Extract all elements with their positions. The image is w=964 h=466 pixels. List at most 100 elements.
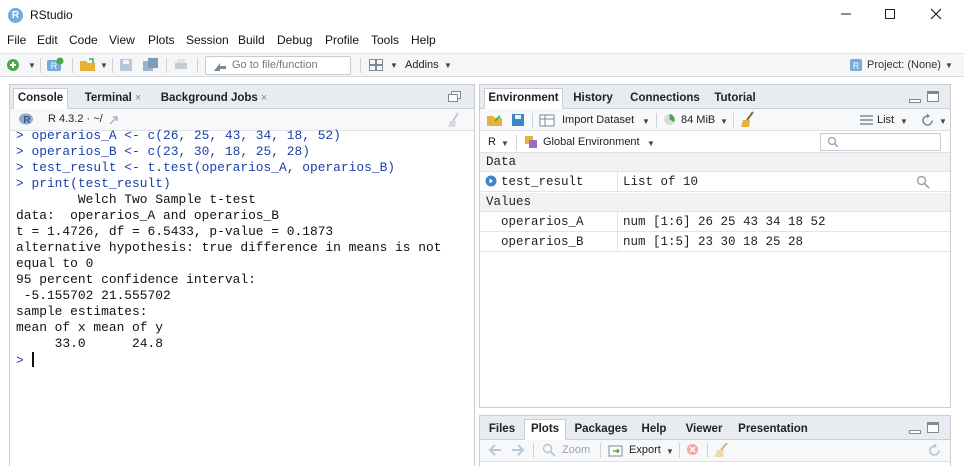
env-row-operarios-a[interactable]: operarios_A num [1:6] 26 25 43 34 18 52 [480, 212, 950, 232]
expand-icon[interactable] [485, 175, 497, 187]
refresh-dropdown-icon[interactable]: ▼ [939, 117, 947, 126]
maximize-button[interactable] [880, 5, 900, 25]
new-file-icon[interactable] [5, 57, 21, 73]
clear-workspace-icon[interactable] [740, 111, 756, 128]
go-to-file-input[interactable]: Go to file/function [205, 56, 351, 75]
maximize-pane-icon[interactable] [927, 422, 939, 433]
env-variable-value: num [1:5] 23 30 18 25 28 [623, 235, 804, 249]
minimize-pane-icon[interactable] [909, 93, 921, 104]
close-background-jobs-icon[interactable]: × [261, 92, 267, 104]
addins-dropdown-icon[interactable]: ▼ [444, 61, 452, 70]
import-dataset-dropdown-icon[interactable]: ▼ [642, 117, 650, 126]
tab-connections[interactable]: Connections [626, 88, 704, 109]
tab-presentation-label: Presentation [738, 423, 808, 435]
environment-search-input[interactable] [820, 133, 941, 151]
tab-files[interactable]: Files [484, 419, 520, 440]
console-prompt: > [16, 353, 24, 368]
env-row-test-result[interactable]: test_result List of 10 [480, 172, 950, 192]
tab-terminal[interactable]: Terminal × [72, 88, 154, 109]
import-dataset-button[interactable]: Import Dataset [562, 114, 634, 126]
remove-plot-icon[interactable] [686, 443, 699, 456]
save-all-icon[interactable] [142, 57, 158, 73]
save-workspace-icon[interactable] [510, 112, 526, 128]
tab-tutorial[interactable]: Tutorial [708, 88, 762, 109]
memory-usage-dropdown-icon[interactable]: ▼ [720, 117, 728, 126]
refresh-icon[interactable] [920, 113, 935, 128]
menu-edit[interactable]: Edit [37, 33, 58, 47]
open-file-dropdown-icon[interactable]: ▼ [100, 61, 108, 70]
load-workspace-icon[interactable] [486, 112, 504, 128]
console-output-line: alternative hypothesis: true difference … [16, 240, 442, 255]
memory-usage-label[interactable]: 84 MiB [681, 114, 715, 126]
language-dropdown-icon[interactable]: ▼ [501, 139, 509, 148]
menu-plots[interactable]: Plots [148, 33, 175, 47]
environment-scope-select[interactable]: Global Environment [543, 136, 640, 148]
language-select[interactable]: R [488, 136, 496, 148]
env-row-operarios-b[interactable]: operarios_B num [1:5] 23 30 18 25 28 [480, 232, 950, 252]
view-object-icon[interactable] [916, 175, 930, 189]
rstudio-logo-icon: R [8, 8, 23, 23]
menu-file[interactable]: File [7, 33, 26, 47]
go-to-dir-icon[interactable] [108, 114, 120, 126]
tab-history[interactable]: History [566, 88, 620, 109]
menu-profile[interactable]: Profile [325, 33, 359, 47]
export-dropdown-icon[interactable]: ▼ [666, 447, 674, 456]
menu-help[interactable]: Help [411, 33, 436, 47]
console-command-line: > test_result <- t.test(operarios_A, ope… [16, 160, 396, 175]
minimize-pane-icon[interactable] [909, 424, 921, 435]
main-toolbar: ▼ R ▼ Go to file/function ▼ Addins ▼ R P… [0, 53, 964, 77]
next-plot-icon[interactable] [511, 444, 525, 456]
tab-plots[interactable]: Plots [524, 419, 566, 440]
menu-code[interactable]: Code [69, 33, 98, 47]
tab-help[interactable]: Help [636, 419, 672, 440]
tab-packages[interactable]: Packages [570, 419, 632, 440]
pane-layout-dropdown-icon[interactable]: ▼ [390, 61, 398, 70]
import-dataset-icon [539, 112, 555, 128]
tab-history-label: History [573, 92, 613, 104]
previous-plot-icon[interactable] [488, 444, 502, 456]
save-icon[interactable] [118, 57, 134, 73]
zoom-button[interactable]: Zoom [562, 444, 590, 456]
console-output[interactable]: > operarios_A <- c(26, 25, 43, 34, 18, 5… [16, 128, 441, 369]
close-window-button[interactable] [926, 5, 946, 25]
project-menu[interactable]: Project: (None) [867, 59, 941, 71]
menu-build[interactable]: Build [238, 33, 265, 47]
menu-tools[interactable]: Tools [371, 33, 399, 47]
view-mode-select[interactable]: List [877, 114, 894, 126]
plots-toolbar: Zoom Export ▼ [480, 440, 950, 462]
view-mode-dropdown-icon[interactable]: ▼ [900, 117, 908, 126]
console-command-line: > print(test_result) [16, 176, 171, 191]
tab-presentation[interactable]: Presentation [736, 419, 810, 440]
menu-debug[interactable]: Debug [277, 33, 312, 47]
menu-view[interactable]: View [109, 33, 135, 47]
restore-pane-icon[interactable] [448, 91, 461, 102]
refresh-icon[interactable] [927, 443, 942, 458]
console-prompt-line[interactable]: > [16, 352, 441, 369]
menu-bar: File Edit Code View Plots Session Build … [0, 31, 964, 51]
environment-scope-dropdown-icon[interactable]: ▼ [647, 139, 655, 148]
env-variable-name: test_result [501, 175, 584, 189]
print-icon[interactable] [173, 57, 189, 73]
pane-layout-icon[interactable] [368, 57, 384, 73]
clear-console-icon[interactable] [446, 112, 462, 128]
open-file-icon[interactable] [79, 57, 95, 73]
menu-session[interactable]: Session [186, 33, 229, 47]
go-to-file-placeholder: Go to file/function [232, 59, 318, 71]
console-output-line: -5.155702 21.555702 [16, 288, 171, 303]
tab-background-jobs[interactable]: Background Jobs × [156, 88, 272, 109]
new-file-dropdown-icon[interactable]: ▼ [28, 61, 36, 70]
close-terminal-icon[interactable]: × [135, 92, 141, 104]
tab-help-label: Help [641, 423, 667, 435]
export-button[interactable]: Export [629, 444, 661, 456]
addins-menu[interactable]: Addins [405, 59, 439, 71]
tab-console[interactable]: Console [13, 88, 68, 109]
tab-viewer-label: Viewer [685, 423, 723, 435]
tab-environment[interactable]: Environment [484, 88, 563, 109]
tab-viewer[interactable]: Viewer [678, 419, 730, 440]
maximize-pane-icon[interactable] [927, 91, 939, 102]
new-project-icon[interactable]: R [46, 57, 64, 73]
clear-plots-icon[interactable] [714, 442, 730, 458]
project-dropdown-icon[interactable]: ▼ [945, 61, 953, 70]
r-version-label: R 4.3.2 · ~/ [48, 113, 103, 125]
minimize-button[interactable] [836, 5, 856, 25]
